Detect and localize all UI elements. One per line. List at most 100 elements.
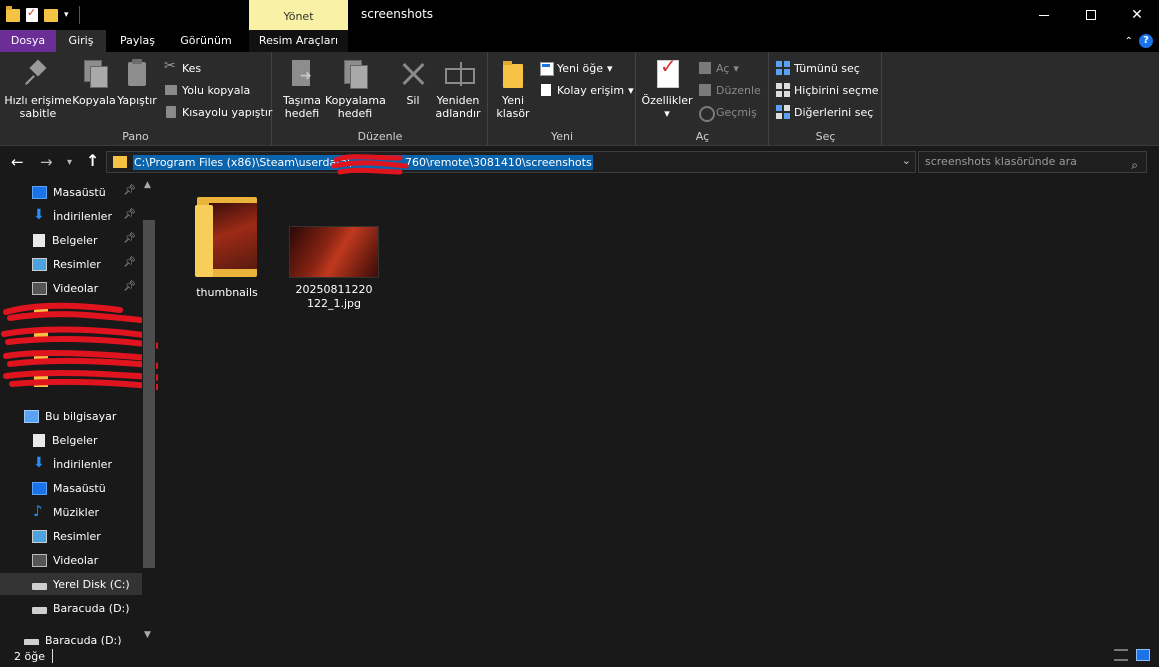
easy-access-dropdown-icon: ▾ — [628, 83, 634, 97]
sidebar-item-label: Videolar — [53, 553, 99, 567]
folder-icon[interactable] — [6, 5, 20, 22]
properties-dropdown-icon: ▾ — [664, 107, 670, 120]
tab-giris[interactable]: Giriş — [56, 30, 106, 52]
ribbon-collapse-icon[interactable]: ⌃ — [1125, 36, 1133, 47]
paste-shortcut-label: Kısayolu yapıştır — [182, 105, 273, 119]
edit-button[interactable]: Düzenle — [698, 80, 761, 100]
copy-path-button[interactable]: Yolu kopyala — [164, 80, 250, 100]
recent-locations-icon[interactable]: ▾ — [67, 157, 72, 168]
move-to-button[interactable]: Taşıma hedefi — [277, 58, 327, 120]
search-input[interactable] — [925, 155, 1095, 168]
select-all-button[interactable]: Tümünü seç — [776, 58, 860, 78]
desktop-icon — [32, 481, 47, 495]
open-label: Aç — [716, 61, 730, 75]
sidebar-item-documents[interactable]: Belgeler 📌︎ — [0, 229, 142, 251]
image-thumbnail — [289, 226, 379, 278]
sidebar-item-local-disk-c[interactable]: Yerel Disk (C:) — [0, 573, 142, 595]
new-folder-icon[interactable] — [44, 8, 58, 22]
close-button[interactable]: ✕ — [1114, 0, 1159, 30]
address-bar[interactable]: C:\Program Files (x86)\Steam\userdata\ 76… — [106, 151, 916, 173]
easy-access-button[interactable]: Kolay erişim ▾ — [539, 80, 634, 100]
select-all-icon — [776, 61, 790, 75]
scroll-up-icon[interactable]: ▲ — [144, 180, 151, 190]
new-folder-label: Yeni klasör — [496, 94, 530, 120]
computer-icon — [24, 409, 39, 423]
open-dropdown-icon: ▾ — [733, 61, 739, 75]
pin-icon[interactable]: 📌︎ — [123, 281, 136, 292]
select-none-icon — [776, 83, 790, 97]
help-icon[interactable]: ? — [1139, 34, 1153, 48]
customize-dropdown-icon[interactable]: ▾ — [64, 10, 69, 20]
scroll-down-icon[interactable]: ▼ — [144, 630, 151, 640]
pin-icon[interactable]: 📌︎ — [123, 209, 136, 220]
sidebar-item-desktop[interactable]: Masaüstü 📌︎ — [0, 181, 142, 203]
address-dropdown-icon[interactable]: ⌄ — [902, 154, 911, 167]
details-view-icon[interactable] — [1114, 649, 1128, 661]
history-button[interactable]: Geçmiş — [698, 102, 757, 122]
sidebar-item-pc-desktop[interactable]: Masaüstü — [0, 477, 142, 499]
pin-quick-access-button[interactable]: Hızlı erişime sabitle — [4, 58, 72, 120]
videos-icon — [32, 553, 47, 567]
open-button[interactable]: Aç ▾ — [698, 58, 739, 78]
new-item-button[interactable]: Yeni öğe ▾ — [539, 58, 613, 78]
file-item-image[interactable]: 20250811220122_1.jpg — [284, 193, 384, 311]
tab-yonet[interactable]: Yönet — [249, 0, 348, 30]
up-arrow-icon[interactable]: ↑ — [86, 151, 99, 170]
properties-icon[interactable] — [26, 6, 38, 22]
pin-icon[interactable]: 📌︎ — [123, 233, 136, 244]
pin-icon[interactable]: 📌︎ — [123, 185, 136, 196]
sidebar-scroll-thumb[interactable] — [143, 220, 155, 568]
maximize-button[interactable] — [1068, 0, 1114, 30]
invert-selection-button[interactable]: Diğerlerini seç — [776, 102, 873, 122]
sidebar-item-pc-videos[interactable]: Videolar — [0, 549, 142, 571]
sidebar-item-this-pc[interactable]: Bu bilgisayar — [0, 405, 142, 427]
copy-label: Kopyala — [72, 94, 116, 107]
tab-dosya[interactable]: Dosya — [0, 30, 56, 52]
paste-button[interactable]: Yapıştır — [116, 58, 158, 107]
sidebar-item-pc-documents[interactable]: Belgeler — [0, 429, 142, 451]
select-none-button[interactable]: Hiçbirini seçme — [776, 80, 879, 100]
new-item-label: Yeni öğe — [557, 61, 604, 75]
delete-button[interactable]: Sil — [393, 58, 433, 107]
copy-to-button[interactable]: Kopyalama hedefi — [325, 58, 386, 120]
edit-label: Düzenle — [716, 83, 761, 97]
sidebar-item-pc-downloads[interactable]: İndirilenler — [0, 453, 142, 475]
folder-front — [195, 205, 213, 277]
pin-icon[interactable]: 📌︎ — [123, 257, 136, 268]
select-none-label: Hiçbirini seçme — [794, 83, 879, 97]
pin-icon — [22, 58, 54, 90]
tab-resim-araclari[interactable]: Resim Araçları — [249, 30, 348, 52]
copy-button[interactable]: Kopyala — [72, 58, 116, 107]
move-to-icon — [286, 58, 318, 90]
back-arrow-icon[interactable]: ← — [11, 153, 24, 171]
minimize-button[interactable] — [1021, 0, 1067, 30]
help-area: ⌃ ? — [1125, 34, 1153, 48]
sidebar-item-baracuda-d[interactable]: Baracuda (D:) — [0, 597, 142, 619]
sidebar-item-pc-music[interactable]: Müzikler — [0, 501, 142, 523]
pictures-icon — [32, 257, 47, 271]
properties-label: Özellikler — [641, 94, 693, 107]
copy-path-icon — [164, 83, 178, 97]
desktop-icon — [32, 185, 47, 199]
rename-button[interactable]: Yeniden adlandır — [431, 58, 485, 120]
sidebar-item-pictures[interactable]: Resimler 📌︎ — [0, 253, 142, 275]
sidebar-item-downloads[interactable]: İndirilenler 📌︎ — [0, 205, 142, 227]
cut-button[interactable]: Kes — [164, 58, 201, 78]
tab-gorunum[interactable]: Görünüm — [170, 30, 242, 52]
sidebar-item-pc-pictures[interactable]: Resimler — [0, 525, 142, 547]
large-icons-view-icon[interactable] — [1136, 649, 1150, 661]
search-box[interactable]: ⌕ — [918, 151, 1147, 173]
edit-icon — [698, 83, 712, 97]
group-yeni: Yeni klasör Yeni öğe ▾ Kolay erişim ▾ Ye… — [489, 52, 636, 146]
copy-icon — [78, 58, 110, 90]
sidebar-item-label: İndirilenler — [53, 209, 112, 223]
new-folder-button[interactable]: Yeni klasör — [493, 58, 533, 120]
paste-shortcut-button[interactable]: Kısayolu yapıştır — [164, 102, 272, 122]
tab-paylas[interactable]: Paylaş — [110, 30, 165, 52]
file-item-folder[interactable]: thumbnails — [177, 193, 277, 300]
qat-separator — [78, 6, 80, 24]
properties-button[interactable]: Özellikler ▾ — [639, 58, 695, 120]
group-label-ac: Aç — [695, 130, 710, 143]
forward-arrow-icon[interactable]: → — [40, 153, 53, 171]
navigation-bar: ← → ▾ ↑ C:\Program Files (x86)\Steam\use… — [0, 146, 1159, 178]
